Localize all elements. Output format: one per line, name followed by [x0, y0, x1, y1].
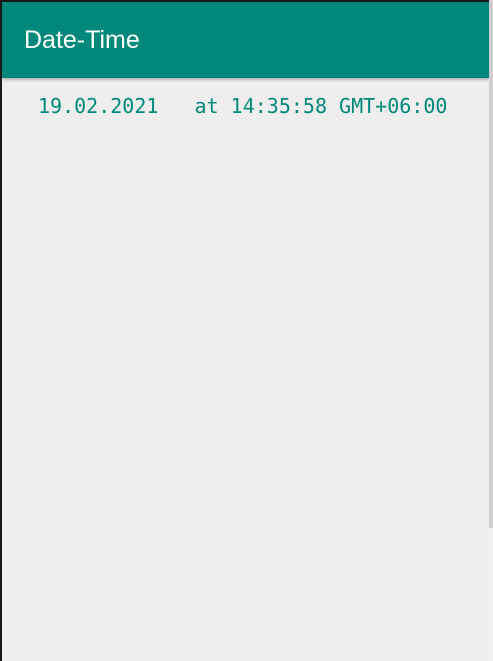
- app-bar: Date-Time: [2, 2, 489, 78]
- app-bar-title: Date-Time: [24, 26, 140, 54]
- app-window: Date-Time 19.02.2021 at 14:35:58 GMT+06:…: [2, 2, 489, 661]
- time-text: at 14:35:58 GMT+06:00: [194, 94, 448, 118]
- window-edge-lower: [489, 528, 493, 661]
- date-text: 19.02.2021: [38, 94, 159, 118]
- main-content: 19.02.2021 at 14:35:58 GMT+06:00: [2, 78, 489, 661]
- date-time-display: 19.02.2021 at 14:35:58 GMT+06:00: [38, 94, 447, 118]
